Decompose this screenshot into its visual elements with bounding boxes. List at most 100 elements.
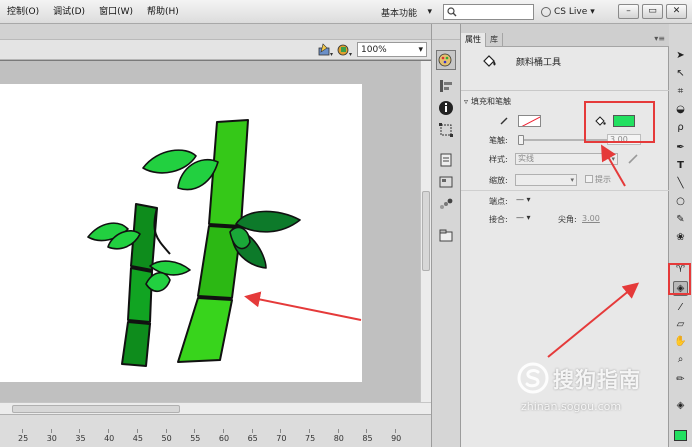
panel-grip[interactable]: [461, 24, 669, 33]
cs-live-label: CS Live: [554, 7, 588, 17]
menu-help[interactable]: 帮助(H): [140, 0, 186, 24]
pencil-tool-icon[interactable]: ✎: [673, 212, 688, 227]
restore-button[interactable]: ▭: [642, 4, 663, 19]
ruler-tick: [79, 429, 81, 433]
ruler-label: 70: [276, 434, 287, 443]
scrollbar-thumb[interactable]: [12, 405, 180, 413]
workspace-switcher[interactable]: 基本功能 ▾: [378, 3, 435, 21]
lasso-tool-icon[interactable]: ρ: [673, 120, 688, 135]
stroke-color-swatch[interactable]: [518, 115, 541, 127]
watermark-brand: 搜狗指南: [553, 368, 641, 392]
align-panel-icon[interactable]: [438, 78, 454, 94]
deco-tool-icon[interactable]: ❀: [673, 230, 688, 245]
menu-window[interactable]: 窗口(W): [92, 0, 140, 24]
cs-live-button[interactable]: CS Live ▾: [541, 3, 595, 21]
3d-rotation-tool-icon[interactable]: ◒: [673, 102, 688, 117]
eraser-tool-icon[interactable]: ▱: [673, 317, 688, 332]
scrollbar-thumb[interactable]: [422, 191, 430, 271]
selection-tool-icon[interactable]: ➤: [673, 48, 688, 63]
ruler-label: 50: [161, 434, 172, 443]
tab-library[interactable]: 库: [486, 33, 503, 47]
miter-label: 尖角:: [558, 215, 577, 224]
chevron-down-icon: ▾: [611, 155, 615, 163]
edit-symbol-icon[interactable]: ▾: [318, 43, 334, 57]
panel-menu-icon[interactable]: ▾≡: [654, 34, 665, 43]
stage-vertical-scrollbar[interactable]: [420, 61, 431, 402]
watermark: 搜狗指南 zhinan.sogou.com: [517, 360, 687, 432]
pen-tool-icon[interactable]: ✒: [673, 140, 688, 155]
ruler-tick: [108, 429, 110, 433]
slider-knob[interactable]: [518, 135, 524, 145]
section-title: 填充和笔触: [471, 96, 512, 106]
watermark-url: zhinan.sogou.com: [521, 400, 622, 413]
tool-header: [461, 47, 669, 91]
hint-checkbox[interactable]: [585, 175, 593, 183]
style-label: 样式:: [489, 155, 508, 164]
tool-name: 颜料桶工具: [516, 58, 562, 68]
document-tab-strip: [0, 24, 431, 40]
timeline-ruler[interactable]: 25 30 35 40 45 50 55 60 65 70 75 80 85 90: [0, 414, 431, 447]
help-search-input[interactable]: [443, 4, 534, 20]
paint-palette-icon[interactable]: [436, 50, 456, 70]
free-transform-tool-icon[interactable]: ⌗: [673, 84, 688, 99]
menu-debug[interactable]: 调试(D): [46, 0, 92, 24]
cap-label: 端点:: [489, 197, 508, 206]
hand-tool-icon[interactable]: ✋: [673, 334, 688, 349]
ruler-tick: [194, 429, 196, 433]
divider: [461, 190, 669, 191]
oval-tool-icon[interactable]: ○: [673, 194, 688, 209]
ruler-label: 90: [391, 434, 402, 443]
stroke-style-select[interactable]: 实线 ▾: [515, 153, 618, 165]
ruler-tick: [280, 429, 282, 433]
scale-select[interactable]: ▾: [515, 174, 577, 186]
subselection-tool-icon[interactable]: ↖: [673, 66, 688, 81]
annotation-box-fill-color: [584, 101, 655, 143]
ruler-label: 30: [46, 434, 57, 443]
info-icon[interactable]: [438, 100, 454, 116]
ruler-tick: [22, 429, 23, 433]
ruler-label: 35: [75, 434, 86, 443]
edit-scene-icon[interactable]: ▾: [337, 43, 353, 57]
panel-grip[interactable]: [432, 32, 460, 40]
window-controls: – ▭ ✕: [618, 4, 687, 19]
zoom-select[interactable]: 100% ▾: [357, 42, 427, 57]
svg-text:▾: ▾: [330, 51, 333, 57]
ruler-label: 85: [362, 434, 373, 443]
edit-stroke-style-icon[interactable]: [627, 153, 639, 165]
join-select[interactable]: — ▾: [516, 213, 531, 222]
chevron-down-icon: ▾: [570, 176, 574, 184]
ruler-label: 65: [247, 434, 258, 443]
cap-select[interactable]: — ▾: [516, 195, 531, 204]
ruler-label: 55: [190, 434, 201, 443]
motion-presets-icon[interactable]: [438, 196, 454, 212]
style-value: 实线: [518, 154, 534, 163]
library-panel-icon[interactable]: [438, 228, 454, 244]
menu-control[interactable]: 控制(O): [0, 0, 46, 24]
line-tool-icon[interactable]: ╲: [673, 176, 688, 191]
miter-value[interactable]: 3.00: [582, 214, 600, 223]
stroke-weight-label: 笔触:: [489, 136, 508, 145]
components-icon[interactable]: [438, 174, 454, 190]
search-icon: [447, 7, 457, 17]
ruler-tick: [366, 429, 368, 433]
stage-horizontal-scrollbar[interactable]: [0, 402, 431, 414]
transform-icon[interactable]: [438, 122, 454, 138]
zoom-value: 100%: [361, 44, 387, 55]
chevron-down-icon: ▾: [418, 44, 423, 55]
tab-properties[interactable]: 属性: [461, 33, 486, 47]
hint-label: 提示: [595, 175, 611, 184]
bamboo-artwork: [87, 119, 301, 367]
chevron-down-icon: ▾: [427, 7, 432, 17]
sogou-logo-icon: [517, 362, 549, 394]
eyedropper-tool-icon[interactable]: ⁄: [673, 300, 688, 315]
annotation-box-paint-bucket: [668, 263, 691, 295]
code-snippets-icon[interactable]: [438, 152, 454, 168]
collapsed-panel-strip: [431, 24, 461, 447]
ruler-label: 60: [218, 434, 230, 443]
stage-canvas[interactable]: [0, 84, 362, 382]
ruler-label: 25: [18, 434, 29, 443]
close-button[interactable]: ✕: [666, 4, 687, 19]
minimize-button[interactable]: –: [618, 4, 639, 19]
paint-bucket-icon: [483, 55, 496, 67]
text-tool-icon[interactable]: T: [673, 158, 688, 173]
